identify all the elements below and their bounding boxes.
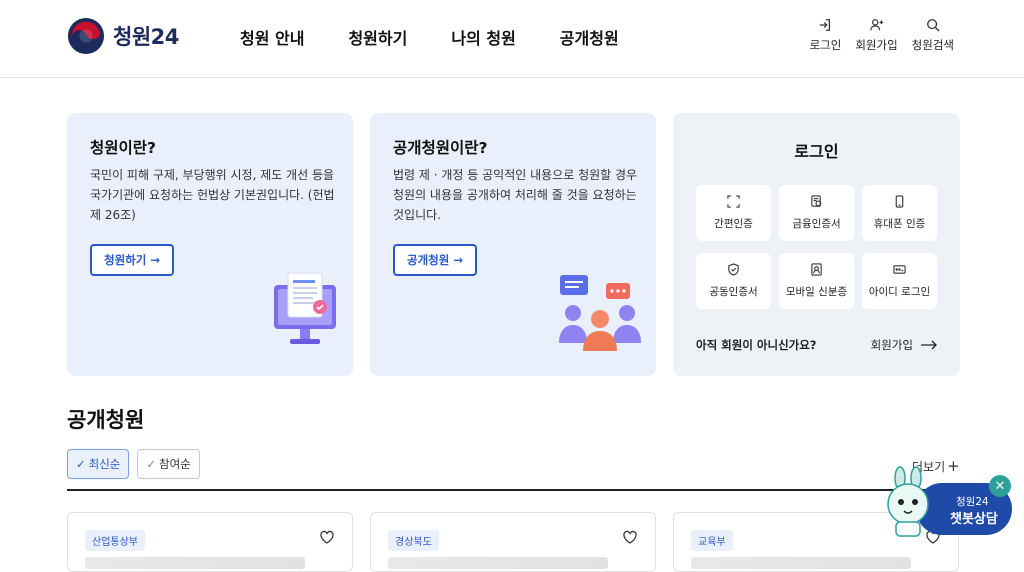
nav-petition-guide[interactable]: 청원 안내 bbox=[240, 25, 304, 49]
auth-label: 모바일 신분증 bbox=[785, 286, 848, 298]
ministry-tag: 산업통상부 bbox=[85, 530, 145, 551]
id-login-button[interactable]: 아이디 로그인 bbox=[862, 253, 937, 309]
petition-info-desc: 국민이 피해 구제, 부당행위 시정, 제도 개선 등을 국가기관에 요청하는 … bbox=[90, 168, 335, 222]
public-petition-info-desc: 법령 제 · 개정 등 공익적인 내용으로 청원할 경우 청원의 내용을 공개하… bbox=[393, 168, 638, 222]
login-card: 로그인 간편인증 금융인증서 휴대폰 인증 공동인증서 모바일 신분증 아이디 … bbox=[673, 113, 960, 376]
heart-icon[interactable] bbox=[319, 529, 335, 545]
public-petition-info-card: 공개청원이란? 법령 제 · 개정 등 공익적인 내용으로 청원할 경우 청원의… bbox=[370, 113, 656, 376]
search-link[interactable]: 청원검색 bbox=[912, 18, 954, 53]
sort-participation-label: 참여순 bbox=[159, 457, 191, 471]
search-icon bbox=[926, 19, 940, 32]
sort-latest-label: 최신순 bbox=[88, 457, 121, 471]
chatbot-widget[interactable]: 청원24 챗봇상담 ✕ bbox=[878, 466, 1014, 540]
login-title: 로그인 bbox=[794, 142, 839, 161]
nav-my-petitions[interactable]: 나의 청원 bbox=[451, 25, 515, 49]
arrow-right-icon bbox=[921, 340, 937, 350]
signup-label: 회원가입 bbox=[855, 38, 898, 52]
monitor-document-illustration-icon bbox=[274, 272, 336, 344]
petition-card[interactable]: 산업통상부 bbox=[67, 512, 353, 572]
sort-latest-button[interactable]: ✓ 최신순 bbox=[67, 449, 130, 479]
scan-icon bbox=[727, 195, 740, 208]
auth-method-grid: 간편인증 금융인증서 휴대폰 인증 공동인증서 모바일 신분증 아이디 로그인 bbox=[696, 185, 937, 309]
site-logo[interactable]: 청원24 bbox=[67, 17, 179, 55]
certificate-icon bbox=[811, 195, 822, 207]
public-petition-button[interactable]: 공개청원 → bbox=[393, 244, 477, 276]
password-icon bbox=[893, 265, 906, 274]
chatbot-close-icon[interactable]: ✕ bbox=[989, 475, 1011, 497]
simple-auth-button[interactable]: 간편인증 bbox=[696, 185, 771, 241]
check-icon: ✓ bbox=[146, 457, 157, 471]
chatbot-line2: 챗봇상담 bbox=[950, 512, 998, 527]
auth-label: 공동인증서 bbox=[709, 286, 758, 298]
ministry-tag: 경상북도 bbox=[388, 530, 439, 551]
check-icon: ✓ bbox=[76, 457, 86, 471]
join-link[interactable]: 회원가입 bbox=[871, 337, 937, 353]
login-icon bbox=[820, 19, 831, 31]
petition-title-cutoff bbox=[691, 557, 911, 569]
petition-info-title: 청원이란? bbox=[90, 139, 157, 157]
phone-auth-button[interactable]: 휴대폰 인증 bbox=[862, 185, 937, 241]
people-discussion-illustration-icon bbox=[559, 275, 641, 351]
submit-petition-button[interactable]: 청원하기 → bbox=[90, 244, 174, 276]
section-title: 공개청원 bbox=[67, 408, 145, 432]
signup-link[interactable]: 회원가입 bbox=[855, 18, 898, 53]
taegeuk-logo-icon bbox=[67, 17, 105, 55]
utility-menu: 로그인 회원가입 청원검색 bbox=[810, 18, 954, 53]
auth-label: 금융인증서 bbox=[792, 218, 841, 230]
join-question: 아직 회원이 아니신가요? bbox=[696, 338, 817, 352]
nav-public-petitions[interactable]: 공개청원 bbox=[560, 25, 619, 49]
ministry-tag: 교육부 bbox=[691, 530, 733, 551]
mobile-id-button[interactable]: 모바일 신분증 bbox=[779, 253, 854, 309]
auth-label: 휴대폰 인증 bbox=[873, 218, 926, 230]
auth-label: 아이디 로그인 bbox=[868, 286, 931, 298]
main-nav: 청원 안내 청원하기 나의 청원 공개청원 bbox=[240, 25, 663, 49]
petition-title-cutoff bbox=[388, 557, 608, 569]
login-label: 로그인 bbox=[809, 38, 842, 52]
heart-icon[interactable] bbox=[622, 529, 638, 545]
public-petition-info-title: 공개청원이란? bbox=[393, 139, 488, 157]
nav-submit-petition[interactable]: 청원하기 bbox=[348, 25, 407, 49]
logo-text: 청원24 bbox=[113, 25, 179, 49]
section-divider bbox=[67, 489, 960, 491]
auth-label: 간편인증 bbox=[714, 218, 753, 230]
financial-cert-button[interactable]: 금융인증서 bbox=[779, 185, 854, 241]
login-link[interactable]: 로그인 bbox=[809, 18, 842, 53]
petition-info-card: 청원이란? 국민이 피해 구제, 부당행위 시정, 제도 개선 등을 국가기관에… bbox=[67, 113, 353, 376]
rabbit-mascot-icon bbox=[887, 466, 929, 537]
phone-icon bbox=[895, 195, 904, 208]
petition-card[interactable]: 경상북도 bbox=[370, 512, 656, 572]
join-row: 아직 회원이 아니신가요? 회원가입 bbox=[696, 337, 937, 353]
join-link-label: 회원가입 bbox=[870, 338, 913, 352]
sort-options: ✓ 최신순 ✓ 참여순 bbox=[67, 449, 200, 479]
id-card-icon bbox=[811, 263, 822, 276]
joint-cert-button[interactable]: 공동인증서 bbox=[696, 253, 771, 309]
user-plus-icon bbox=[869, 19, 883, 31]
sort-participation-button[interactable]: ✓ 참여순 bbox=[137, 449, 200, 479]
search-label: 청원검색 bbox=[911, 38, 954, 52]
shield-icon bbox=[728, 263, 739, 276]
petition-title-cutoff bbox=[85, 557, 305, 569]
site-header: 청원24 청원 안내 청원하기 나의 청원 공개청원 로그인 회원가입 청원검색 bbox=[0, 0, 1024, 78]
chatbot-line1: 청원24 bbox=[956, 496, 989, 508]
